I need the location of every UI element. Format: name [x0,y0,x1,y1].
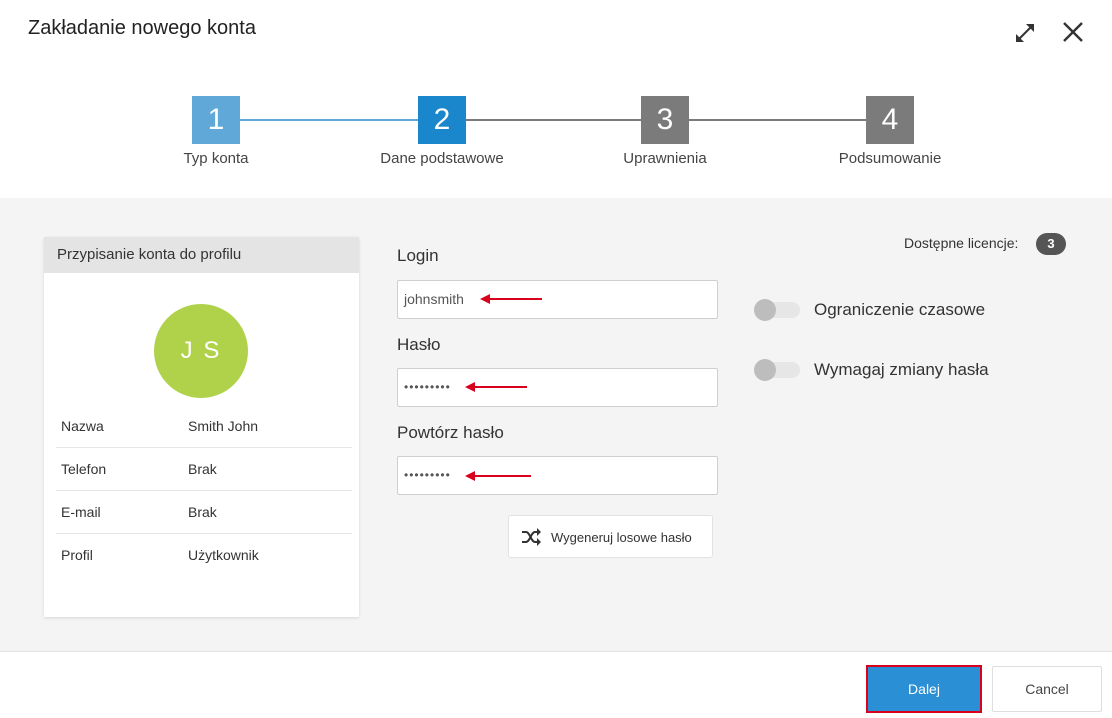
dialog-title: Zakładanie nowego konta [28,17,256,39]
row-key-phone: Telefon [61,461,107,477]
table-row: Telefon Brak [56,448,352,491]
step-2-number[interactable]: 2 [418,96,466,144]
step-2-label: Dane podstawowe [380,150,504,167]
cancel-button[interactable]: Cancel [992,666,1102,712]
table-row: Profil Użytkownik [56,534,352,577]
step-connector-2 [466,119,641,121]
toggle-knob [754,359,776,381]
require-password-change-toggle[interactable] [754,359,800,381]
annotation-arrow-icon [480,294,542,304]
dialog-footer: Dalej Cancel [0,651,1112,718]
row-key-name: Nazwa [61,418,104,434]
next-button[interactable]: Dalej [866,665,982,713]
profile-info-table: Nazwa Smith John Telefon Brak E-mail Bra… [56,405,352,577]
repeat-password-label: Powtórz hasło [397,423,504,442]
expand-icon[interactable] [1012,20,1038,46]
shuffle-icon [522,528,541,546]
wizard-stepper: 1 2 3 4 Typ konta Dane podstawowe Uprawn… [0,96,1112,176]
form-body: Przypisanie konta do profilu J S Nazwa S… [0,198,1112,651]
annotation-arrow-icon [465,471,531,481]
step-connector-3 [689,119,866,121]
table-row: Nazwa Smith John [56,405,352,448]
password-input[interactable]: ••••••••• [397,368,718,407]
profile-card-header: Przypisanie konta do profilu [44,237,359,273]
row-value-name: Smith John [188,418,259,434]
dialog-header: Zakładanie nowego konta 1 2 3 4 Typ kont… [0,0,1112,170]
generate-password-button[interactable]: Wygeneruj losowe hasło [508,515,713,558]
step-connector-1 [240,119,418,121]
licenses-label: Dostępne licencje: [904,235,1019,251]
row-value-email: Brak [188,504,217,520]
login-label: Login [397,246,439,265]
toggle-knob [754,299,776,321]
login-input[interactable]: johnsmith [397,280,718,319]
row-key-profile: Profil [61,547,93,563]
time-limit-toggle[interactable] [754,299,800,321]
step-1-number[interactable]: 1 [192,96,240,144]
repeat-password-input[interactable]: ••••••••• [397,456,718,495]
close-icon[interactable] [1059,17,1087,47]
profile-card: Przypisanie konta do profilu J S Nazwa S… [44,237,359,617]
annotation-arrow-icon [465,382,527,392]
step-3-label: Uprawnienia [623,150,707,167]
row-key-email: E-mail [61,504,101,520]
step-4-number[interactable]: 4 [866,96,914,144]
generate-password-label: Wygeneruj losowe hasło [551,530,692,545]
licenses-count-badge: 3 [1036,233,1066,255]
step-4-label: Podsumowanie [838,150,942,167]
require-password-change-label: Wymagaj zmiany hasła [814,360,989,379]
row-value-profile: Użytkownik [188,547,259,563]
password-label: Hasło [397,335,441,354]
step-1-label: Typ konta [183,150,249,167]
step-3-number[interactable]: 3 [641,96,689,144]
row-value-phone: Brak [188,461,217,477]
table-row: E-mail Brak [56,491,352,534]
avatar: J S [154,304,248,398]
time-limit-label: Ograniczenie czasowe [814,300,986,319]
